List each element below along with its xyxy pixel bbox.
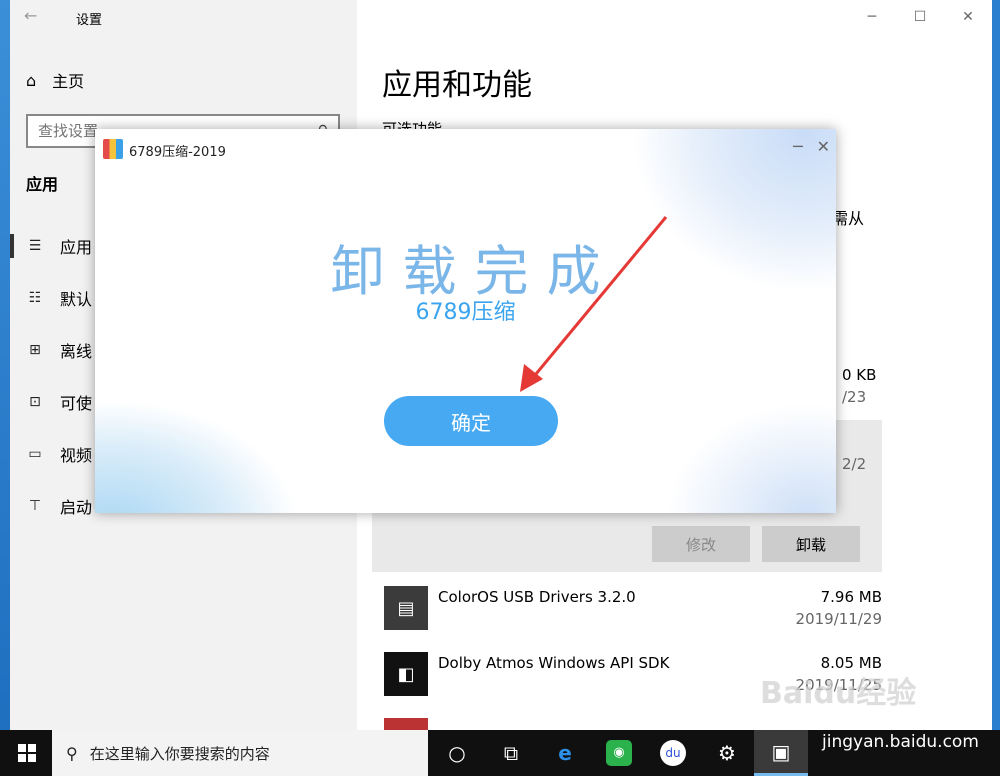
dolby-app-icon: ◧ <box>384 652 428 696</box>
baidu-watermark: Baidu经验 <box>760 676 917 711</box>
baidu-app-icon[interactable]: du <box>646 730 700 776</box>
default-apps-icon: ☷ <box>28 290 42 306</box>
video-playback-icon: ▭ <box>28 446 42 462</box>
app-date: 2019/11/29 <box>795 610 882 628</box>
wechat-icon[interactable]: ◉ <box>592 730 646 776</box>
list-item[interactable]: ▤ ColorOS USB Drivers 3.2.0 7.96 MB 2019… <box>382 582 882 648</box>
window-title: 设置 <box>76 13 103 28</box>
edge-browser-icon[interactable]: e <box>538 730 592 776</box>
windows-logo-icon <box>18 744 36 762</box>
next-app-icon-peek <box>384 718 428 730</box>
uninstall-complete-dialog: 6789压缩-2019 ─ ✕ 卸载完成 6789压缩 确定 <box>95 129 836 513</box>
dialog-controls: ─ ✕ <box>793 137 830 156</box>
back-arrow-icon[interactable]: ← <box>24 6 37 25</box>
desktop-wallpaper-left <box>0 0 10 730</box>
settings-gear-icon[interactable]: ⚙ <box>700 730 754 776</box>
nav-home[interactable]: ⌂ 主页 <box>26 68 84 92</box>
apps-features-icon: ☰ <box>28 238 42 254</box>
sidebar-item-label: 可使 <box>60 394 93 413</box>
desktop-wallpaper-right <box>992 0 1000 730</box>
startup-icon: ⊤ <box>28 498 42 514</box>
dialog-decoration <box>95 403 295 513</box>
coloros-app-icon: ▤ <box>384 586 428 630</box>
app-size-partial: 0 KB <box>842 366 877 384</box>
cortana-icon[interactable]: ○ <box>430 730 484 776</box>
minimize-icon[interactable]: ─ <box>793 137 803 156</box>
section-label: 应用 <box>26 175 59 194</box>
sidebar-item-label: 启动 <box>60 498 93 517</box>
search-icon: ⚲ <box>66 743 78 763</box>
taskbar-search[interactable]: ⚲ 在这里输入你要搜索的内容 <box>52 730 428 776</box>
modify-button[interactable]: 修改 <box>652 526 750 562</box>
dialog-decoration <box>666 403 836 513</box>
baidu-watermark-url: jingyan.baidu.com <box>822 732 979 752</box>
installer-app-icon[interactable]: ▣ <box>754 730 808 776</box>
taskbar-icons: ○ ⧉ e ◉ du ⚙ ▣ <box>430 730 808 776</box>
uninstall-button[interactable]: 卸载 <box>762 526 860 562</box>
dialog-title: 6789压缩-2019 <box>129 145 226 160</box>
app-logo-icon <box>103 139 123 159</box>
taskbar-search-placeholder: 在这里输入你要搜索的内容 <box>89 744 270 763</box>
home-icon: ⌂ <box>26 70 37 90</box>
sidebar-item-label: 视频 <box>60 446 93 465</box>
selected-app-date-partial: 2/2 <box>842 455 867 473</box>
sidebar-item-label: 默认 <box>60 290 93 309</box>
app-date-partial: /23 <box>842 388 867 406</box>
dialog-subheading: 6789压缩 <box>415 300 516 325</box>
nav-home-label: 主页 <box>52 72 85 91</box>
clipped-description-text: 需从 <box>832 209 865 228</box>
app-size: 7.96 MB <box>820 588 882 606</box>
app-name: ColorOS USB Drivers 3.2.0 <box>438 588 636 606</box>
page-title: 应用和功能 <box>382 68 532 103</box>
ok-button[interactable]: 确定 <box>384 396 558 446</box>
sidebar-item-label: 应用 <box>60 238 93 257</box>
start-button[interactable] <box>6 730 48 776</box>
app-name: Dolby Atmos Windows API SDK <box>438 654 670 672</box>
close-icon[interactable]: ✕ <box>817 137 830 156</box>
task-view-icon[interactable]: ⧉ <box>484 730 538 776</box>
apps-websites-icon: ⊡ <box>29 394 41 410</box>
sidebar-item-label: 离线 <box>60 342 93 361</box>
offline-maps-icon: ⊞ <box>29 342 41 358</box>
